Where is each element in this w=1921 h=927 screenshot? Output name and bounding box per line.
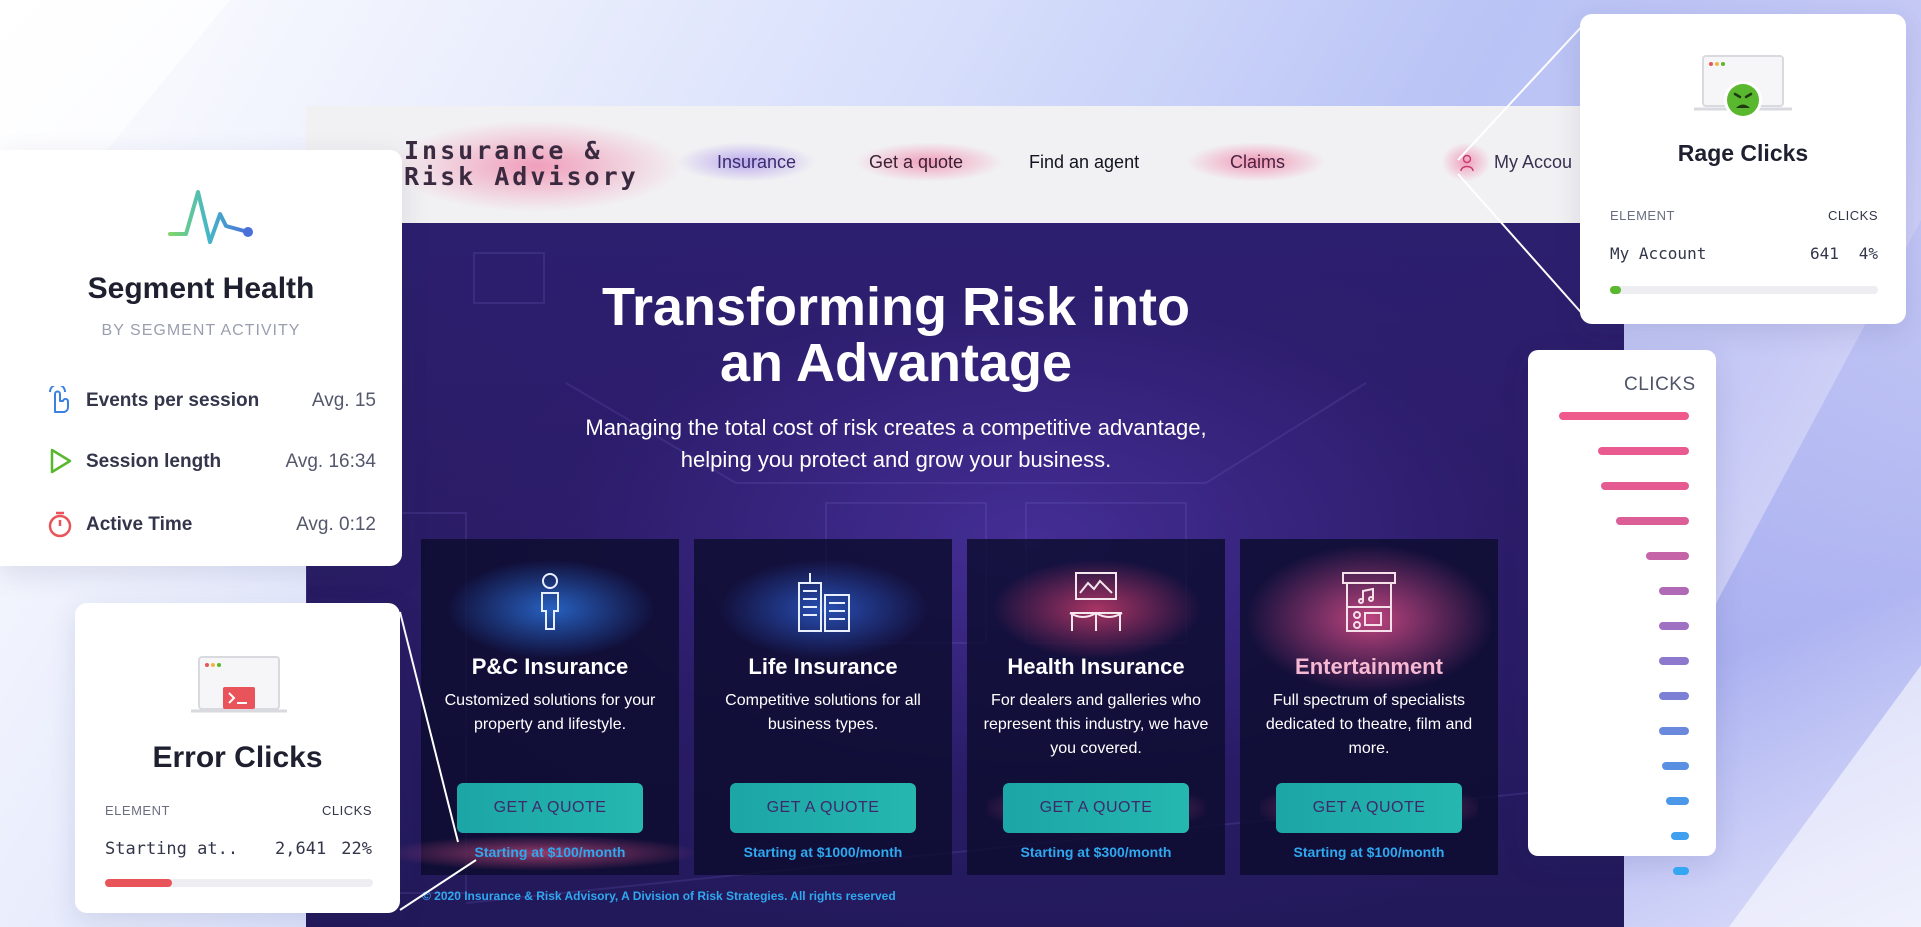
get-a-quote-button[interactable]: GET A QUOTE [1003, 783, 1189, 833]
site-navbar: Insurance & Risk Advisory Insurance Get … [306, 106, 1624, 223]
stage-icon [1342, 572, 1396, 632]
play-icon [50, 448, 72, 474]
progress-fill [105, 879, 172, 887]
gallery-icon [1069, 572, 1123, 631]
progress-track [105, 879, 373, 887]
card-price[interactable]: Starting at $100/month [421, 844, 679, 860]
click-bar [1616, 517, 1689, 525]
click-bar [1671, 832, 1689, 840]
site-logo[interactable]: Insurance & Risk Advisory [404, 138, 639, 190]
click-bar [1646, 552, 1689, 560]
pulse-icon [168, 190, 253, 244]
card-description: Competitive solutions for all business t… [725, 692, 921, 733]
product-card-entertainment: Entertainment Full spectrum of specialis… [1240, 539, 1498, 875]
card-price[interactable]: Starting at $1000/month [694, 844, 952, 860]
get-a-quote-button[interactable]: GET A QUOTE [457, 783, 643, 833]
progress-track [1610, 286, 1878, 294]
card-description: Customized solutions for your property a… [444, 692, 656, 733]
hero-subtitle: Managing the total cost of risk creates … [585, 415, 1207, 472]
click-bar [1601, 482, 1689, 490]
get-a-quote-button[interactable]: GET A QUOTE [1276, 783, 1462, 833]
panel-subtitle: BY SEGMENT ACTIVITY [101, 322, 301, 339]
hero-title: Transforming Risk into an Advantage [601, 277, 1191, 393]
browser-rage-icon [1694, 55, 1792, 119]
panel-title: Error Clicks [152, 741, 323, 774]
product-card-health: Health Insurance For dealers and galleri… [967, 539, 1225, 875]
metric-value: Avg. 16:34 [285, 451, 376, 472]
click-bar [1659, 727, 1689, 735]
click-count: 2,641 [275, 839, 327, 859]
click-bar [1673, 867, 1689, 875]
column-header-clicks: CLICKS [1828, 208, 1878, 223]
click-bar [1666, 797, 1689, 805]
person-icon [541, 573, 559, 630]
browser-error-icon [191, 656, 287, 713]
metric-label: Active Time [86, 514, 193, 535]
click-bar [1659, 657, 1689, 665]
progress-fill [1610, 286, 1621, 294]
panel-header: CLICKS [1624, 374, 1696, 395]
click-bar [1559, 412, 1689, 420]
site-footer: © 2020 Insurance & Risk Advisory, A Divi… [422, 889, 896, 903]
metric-label: Events per session [86, 390, 260, 411]
nav-get-a-quote[interactable]: Get a quote [869, 152, 963, 173]
metric-row: Active Time Avg. 0:12 [46, 510, 376, 540]
metric-value: Avg. 15 [311, 390, 376, 411]
panel-title: Rage Clicks [1677, 140, 1809, 166]
website-screenshot: Insurance & Risk Advisory Insurance Get … [306, 106, 1624, 927]
error-clicks-panel: Error Clicks ELEMENT CLICKS Starting at.… [75, 603, 400, 913]
card-price[interactable]: Starting at $300/month [967, 844, 1225, 860]
metric-row: Events per session Avg. 15 [46, 386, 376, 416]
nav-claims[interactable]: Claims [1230, 152, 1285, 173]
account-icon[interactable] [1459, 154, 1475, 172]
card-title: Health Insurance [1007, 654, 1185, 679]
click-count: 641 [1810, 244, 1839, 263]
metric-value: Avg. 0:12 [296, 514, 376, 535]
clicks-bars-panel: CLICKS [1528, 350, 1716, 875]
click-bar [1598, 447, 1689, 455]
click-bar [1659, 622, 1689, 630]
card-description: For dealers and galleries who represent … [983, 692, 1209, 757]
nav-insurance[interactable]: Insurance [717, 152, 796, 173]
card-title: Life Insurance [748, 654, 898, 679]
click-bar [1662, 762, 1689, 770]
segment-health-panel: Segment Health BY SEGMENT ACTIVITY Event… [0, 150, 402, 566]
product-card-life: Life Insurance Competitive solutions for… [694, 539, 952, 875]
element-name: Starting at.. [105, 839, 239, 859]
get-a-quote-button[interactable]: GET A QUOTE [730, 783, 916, 833]
click-bar [1659, 692, 1689, 700]
card-description: Full spectrum of specialists dedicated t… [1265, 692, 1473, 757]
click-percent: 22% [341, 839, 372, 859]
element-name: My Account [1610, 244, 1707, 263]
column-header-clicks: CLICKS [322, 803, 372, 818]
product-card-pc: P&C Insurance Customized solutions for y… [381, 539, 701, 875]
metric-label: Session length [86, 451, 222, 472]
nav-my-account[interactable]: My Accou [1494, 152, 1572, 173]
card-title: Entertainment [1295, 654, 1443, 679]
click-bar [1659, 587, 1689, 595]
rage-clicks-panel: Rage Clicks ELEMENT CLICKS My Account 64… [1580, 14, 1906, 324]
column-header-element: ELEMENT [1610, 208, 1675, 223]
card-title: P&C Insurance [471, 654, 629, 679]
column-header-element: ELEMENT [105, 803, 170, 818]
pointer-hand-icon [49, 386, 70, 413]
card-price[interactable]: Starting at $100/month [1240, 844, 1498, 860]
buildings-icon [798, 573, 850, 632]
click-percent: 4% [1858, 244, 1878, 263]
nav-find-an-agent[interactable]: Find an agent [1029, 152, 1139, 173]
metric-row: Session length Avg. 16:34 [46, 447, 376, 477]
stopwatch-icon [48, 511, 72, 538]
panel-title: Segment Health [87, 272, 315, 305]
